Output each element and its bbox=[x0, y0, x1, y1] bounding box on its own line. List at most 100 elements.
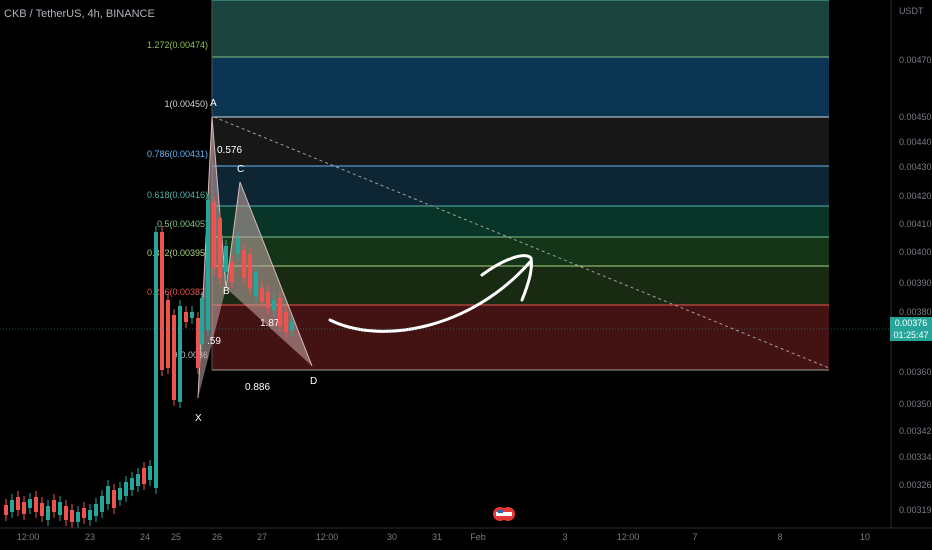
candle-body bbox=[242, 250, 246, 278]
x-tick-label: 3 bbox=[562, 532, 568, 542]
point-d-label: D bbox=[310, 376, 317, 387]
x-tick-label: 31 bbox=[431, 532, 443, 542]
fib-label: 1.272(0.00474) bbox=[147, 40, 208, 50]
candle-body bbox=[266, 292, 270, 308]
candle-body bbox=[230, 262, 234, 282]
chart-canvas[interactable]: 1.272(0.00474) 1(0.00450) 0.786(0.00431) 0.… bbox=[0, 0, 932, 550]
fib-zone bbox=[212, 237, 829, 266]
candle-body bbox=[272, 300, 276, 310]
x-tick-label: 12:00 bbox=[315, 532, 339, 542]
candle-body bbox=[184, 312, 188, 322]
ratio-xb-label: .59 bbox=[207, 336, 221, 347]
fib-zone bbox=[212, 305, 829, 370]
x-tick-label: 23 bbox=[84, 532, 96, 542]
x-tick-label: 30 bbox=[386, 532, 398, 542]
candle-body bbox=[190, 312, 194, 318]
candle-body bbox=[160, 232, 164, 370]
x-tick-label: 26 bbox=[211, 532, 223, 542]
candle-body bbox=[28, 499, 32, 508]
candle-body bbox=[196, 318, 200, 368]
candle-body bbox=[218, 218, 222, 278]
candle-body bbox=[278, 298, 282, 326]
candle-body bbox=[178, 306, 182, 402]
y-tick-label: 0.00360 bbox=[899, 367, 932, 377]
candle-body bbox=[58, 502, 62, 515]
candle-body bbox=[4, 505, 8, 515]
fib-label: 0.618(0.00416) bbox=[147, 190, 208, 200]
y-tick-label: 0.00319 bbox=[899, 505, 932, 515]
y-tick-label: 0.00450 bbox=[899, 112, 932, 122]
candle-body bbox=[212, 202, 216, 268]
candle-body bbox=[172, 315, 176, 400]
fib-zone bbox=[212, 57, 829, 117]
x-tick-label: 25 bbox=[170, 532, 182, 542]
ratio-xd-label: 0.886 bbox=[245, 382, 270, 393]
symbol-header[interactable]: CKB / TetherUS, 4h, BINANCE bbox=[4, 8, 155, 20]
fib-zone bbox=[212, 0, 829, 57]
candle-body bbox=[166, 300, 170, 368]
y-tick-label: 0.00440 bbox=[899, 137, 932, 147]
x-tick-label: Feb bbox=[470, 532, 486, 542]
candle-body bbox=[206, 200, 210, 330]
candle-body bbox=[118, 488, 122, 500]
y-tick-label: 0.00410 bbox=[899, 219, 932, 229]
x-tick-label: 8 bbox=[777, 532, 783, 542]
point-b-label: B bbox=[223, 286, 230, 297]
point-a-label: A bbox=[210, 98, 217, 109]
x-tick-label: 24 bbox=[139, 532, 151, 542]
fib-zone bbox=[212, 117, 829, 166]
candle-body bbox=[100, 496, 104, 512]
candle-body bbox=[260, 288, 264, 302]
candle-body bbox=[94, 504, 98, 516]
y-tick-label: 0.00400 bbox=[899, 247, 932, 257]
axis-unit-label: USDT bbox=[899, 6, 924, 16]
candle-body bbox=[224, 246, 228, 272]
candle-body bbox=[124, 482, 128, 496]
candle-body bbox=[106, 486, 110, 504]
current-price-tag: 0.00376 01:25:47 bbox=[890, 317, 932, 341]
candle-body bbox=[142, 468, 146, 484]
candle-body bbox=[248, 254, 252, 288]
candle-body bbox=[154, 232, 158, 488]
y-tick-label: 0.00350 bbox=[899, 399, 932, 409]
candle-body bbox=[34, 497, 38, 512]
y-tick-label: 0.00326 bbox=[899, 480, 932, 490]
x-tick-label: 10 bbox=[859, 532, 871, 542]
candle-body bbox=[136, 474, 140, 486]
candle-body bbox=[10, 500, 14, 512]
current-price-value: 0.00376 bbox=[894, 318, 928, 328]
x-tick-label: 12:00 bbox=[616, 532, 640, 542]
candle-body bbox=[22, 502, 26, 514]
y-tick-label: 0.00390 bbox=[899, 278, 932, 288]
economic-event-icon[interactable] bbox=[493, 504, 515, 524]
point-c-label: C bbox=[237, 164, 244, 175]
candle-body bbox=[130, 478, 134, 490]
candle-body bbox=[64, 506, 68, 520]
bar-countdown: 01:25:47 bbox=[893, 330, 929, 340]
y-tick-label: 0.00430 bbox=[899, 162, 932, 172]
candle-body bbox=[254, 272, 258, 296]
candle-body bbox=[88, 510, 92, 520]
candle-body bbox=[16, 497, 20, 510]
y-tick-label: 0.00470 bbox=[899, 55, 932, 65]
candle-body bbox=[52, 500, 56, 512]
candle-body bbox=[70, 510, 74, 522]
fib-zone bbox=[212, 206, 829, 237]
y-tick-label: 0.00334 bbox=[899, 452, 932, 462]
candle-body bbox=[236, 238, 240, 254]
ratio-bc-label: 1.87 bbox=[260, 318, 280, 329]
x-tick-label: 7 bbox=[692, 532, 698, 542]
x-tick-label: 12:00 bbox=[16, 532, 40, 542]
fib-label: 0.786(0.00431) bbox=[147, 149, 208, 159]
ratio-ab-label: 0.576 bbox=[217, 145, 242, 156]
candle-body bbox=[82, 508, 86, 518]
candle-body bbox=[148, 466, 152, 480]
fib-label: 1(0.00450) bbox=[164, 99, 208, 109]
y-tick-label: 0.00380 bbox=[899, 307, 932, 317]
x-tick-label: 27 bbox=[256, 532, 268, 542]
fib-label: 0.5(0.00405) bbox=[157, 219, 208, 229]
candle-body bbox=[200, 298, 204, 344]
y-tick-label: 0.00342 bbox=[899, 426, 932, 436]
candle-body bbox=[76, 512, 80, 522]
candle-body bbox=[40, 503, 44, 516]
